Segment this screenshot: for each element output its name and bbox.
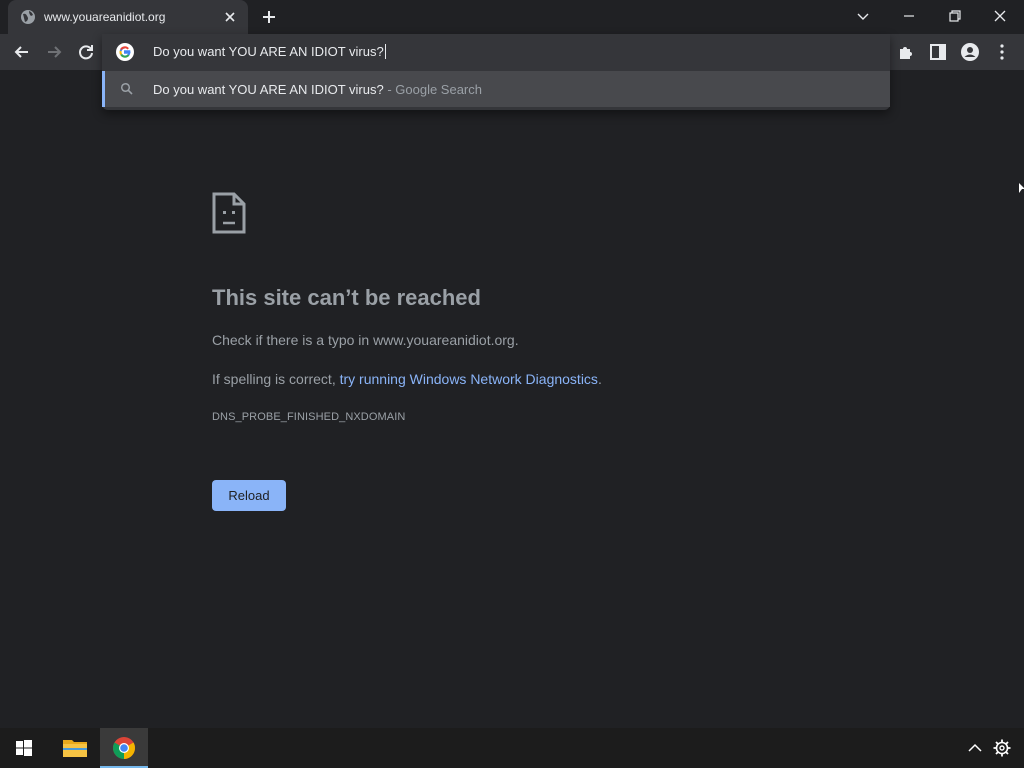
suggestion-suffix: - Google Search (383, 82, 482, 97)
tab-search-icon[interactable] (853, 6, 873, 26)
omnibox-input: Do you want YOU ARE AN IDIOT virus? (153, 44, 386, 59)
windows-start-icon (16, 740, 32, 756)
profile-icon[interactable] (960, 42, 980, 62)
error-suggestion-diagnostics: If spelling is correct, try running Wind… (212, 371, 602, 387)
gear-icon[interactable] (992, 738, 1012, 758)
menu-icon[interactable] (992, 42, 1012, 62)
reload-button[interactable]: Reload (212, 480, 286, 511)
diagnostics-suffix: . (597, 371, 602, 387)
error-title: This site can’t be reached (212, 285, 481, 310)
omnibox-dropdown: Do you want YOU ARE AN IDIOT virus? Do y… (102, 34, 890, 110)
back-icon[interactable] (12, 42, 32, 62)
omnibox[interactable]: Do you want YOU ARE AN IDIOT virus? (102, 34, 890, 70)
suggestion-text: Do you want YOU ARE AN IDIOT virus? (153, 82, 384, 97)
error-suggestion-typo: Check if there is a typo in www.youarean… (212, 332, 519, 348)
file-explorer-icon (63, 740, 87, 757)
tab-title: www.youareanidiot.org (44, 10, 166, 24)
minimize-icon[interactable] (899, 6, 919, 26)
globe-icon (21, 10, 35, 24)
google-icon (116, 43, 134, 61)
forward-icon[interactable] (44, 42, 64, 62)
taskbar (0, 728, 1024, 768)
mouse-cursor-icon (1019, 183, 1024, 193)
side-panel-icon[interactable] (928, 42, 948, 62)
close-window-icon[interactable] (990, 6, 1010, 26)
diagnostics-link[interactable]: try running Windows Network Diagnostics (340, 371, 598, 387)
restore-icon[interactable] (945, 6, 965, 26)
text-caret (384, 44, 386, 59)
chevron-up-icon[interactable] (965, 738, 985, 758)
tab-active[interactable]: www.youareanidiot.org (8, 0, 248, 34)
taskbar-chrome[interactable] (100, 728, 148, 768)
suggestion-item[interactable]: Do you want YOU ARE AN IDIOT virus? - Go… (102, 71, 890, 107)
start-button[interactable] (0, 728, 48, 768)
reload-icon[interactable] (76, 42, 96, 62)
omnibox-value[interactable]: Do you want YOU ARE AN IDIOT virus? (153, 44, 384, 59)
new-tab-icon[interactable] (260, 8, 278, 26)
taskbar-file-explorer[interactable] (50, 728, 98, 768)
error-code: DNS_PROBE_FINISHED_NXDOMAIN (212, 411, 406, 423)
sad-page-icon (212, 192, 246, 234)
extensions-icon[interactable] (896, 42, 916, 62)
diagnostics-prefix: If spelling is correct, (212, 371, 340, 387)
search-icon (120, 82, 133, 95)
tab-strip: www.youareanidiot.org (0, 0, 1024, 34)
close-tab-icon[interactable] (222, 9, 238, 25)
chrome-icon (113, 737, 135, 759)
